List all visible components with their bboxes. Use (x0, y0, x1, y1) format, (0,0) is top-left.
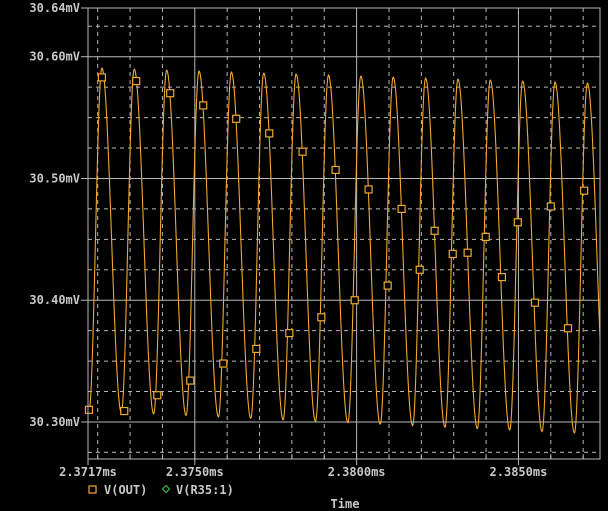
data-point-marker (331, 165, 340, 175)
data-point-marker (364, 185, 373, 194)
axes: 30.64mV 30.60mV 30.50mV 30.40mV 30.30mV 2.371… (29, 1, 601, 479)
data-point-marker (448, 249, 457, 259)
data-point-marker (546, 202, 555, 211)
x-tick-label: 2.3850ms (490, 465, 548, 479)
data-point-marker (350, 296, 359, 305)
data-point-marker (120, 406, 129, 416)
x-tick-label: 2.3717ms (59, 465, 117, 479)
data-point-marker (463, 248, 472, 257)
data-point-marker (317, 313, 326, 322)
data-point-marker (97, 73, 107, 82)
data-point-marker (232, 114, 241, 123)
legend-marker-square (88, 485, 97, 494)
y-tick-label: 30.64mV (29, 1, 80, 15)
x-tick-label: 2.3800ms (328, 465, 386, 479)
x-axis-title: Time (331, 497, 360, 511)
data-point-marker (383, 281, 392, 290)
series-line-vout (87, 67, 601, 434)
data-point-marker (481, 232, 490, 242)
data-point-marker (430, 226, 439, 235)
legend-label-vr35[interactable]: V(R35:1) (176, 483, 234, 497)
data-point-marker (166, 89, 175, 98)
data-point-marker (397, 204, 406, 214)
data-point-marker (298, 147, 307, 156)
x-tick-label: 2.3750ms (166, 465, 224, 479)
data-point-marker (415, 265, 424, 274)
y-tick-label: 30.30mV (29, 415, 80, 429)
waveform-chart: 30.64mV 30.60mV 30.50mV 30.40mV 30.30mV 2.371… (29, 1, 601, 511)
y-tick-label: 30.60mV (29, 50, 80, 64)
y-tick-label: 30.50mV (29, 171, 80, 185)
data-point-marker (530, 298, 540, 307)
data-point-marker (265, 129, 274, 138)
data-point-marker (563, 324, 573, 333)
data-point-marker (199, 101, 208, 110)
data-point-marker (497, 272, 507, 282)
data-point-marker (513, 218, 522, 227)
legend-label-vout[interactable]: V(OUT) (104, 483, 147, 497)
legend: V(OUT) V(R35:1) (88, 483, 234, 497)
data-point-marker (285, 328, 294, 338)
data-point-marker (252, 344, 261, 354)
data-point-marker (186, 376, 195, 385)
data-point-marker (84, 405, 94, 414)
y-tick-label: 30.40mV (29, 293, 80, 307)
legend-marker-diamond (161, 484, 171, 494)
data-point-marker (153, 391, 162, 400)
data-point-marker (132, 76, 141, 86)
data-point-marker (219, 359, 228, 368)
data-point-marker (580, 186, 589, 195)
